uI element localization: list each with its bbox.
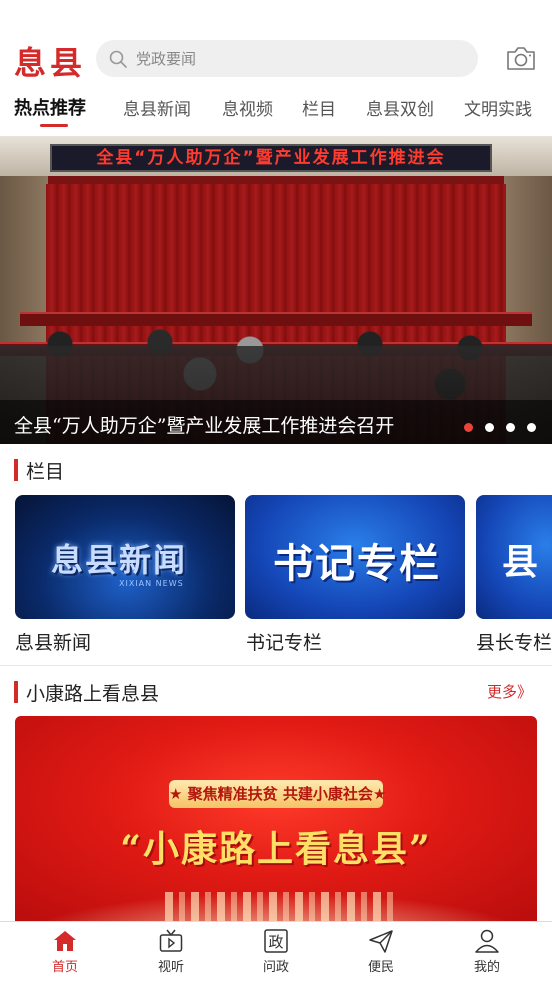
tab-columns[interactable]: 栏目 <box>302 95 336 120</box>
tv-icon <box>159 929 183 952</box>
nav-home[interactable]: 首页 <box>35 928 95 975</box>
promo-glow <box>15 892 537 922</box>
active-tab-indicator <box>40 124 68 127</box>
section-accent-bar <box>14 459 18 481</box>
nav-label: 视听 <box>157 960 184 975</box>
xiaokang-section-title: 小康路上看息县 <box>26 682 160 705</box>
tab-xixian-news[interactable]: 息县新闻 <box>123 95 191 120</box>
column-card-xixian-news[interactable]: 息县新闻 XIXIAN NEWS <box>15 495 235 619</box>
columns-section-header: 栏目 <box>14 458 65 483</box>
column-card-secretary[interactable]: 书记专栏 <box>245 495 465 619</box>
card-art-text: 书记专栏 <box>273 540 441 587</box>
zheng-icon: 政 <box>264 929 288 953</box>
xiaokang-promo-banner[interactable]: ★ 聚焦精准扶贫 共建小康社会★ “小康路上看息县” <box>15 716 537 922</box>
xiaokang-section-header: 小康路上看息县 <box>14 680 160 705</box>
tab-civilization[interactable]: 文明实践 <box>464 95 532 120</box>
carousel-dot[interactable] <box>464 423 473 432</box>
columns-section-title: 栏目 <box>26 460 65 483</box>
zheng-glyph: 政 <box>268 933 283 951</box>
banner-caption[interactable]: 全县“万人助万企”暨产业发展工作推进会召开 <box>14 411 394 438</box>
nav-mine[interactable]: 我的 <box>457 928 517 975</box>
bottom-nav: 首页 视听 政 问政 便民 我的 <box>0 921 552 981</box>
card-art-text: 县 <box>502 541 539 583</box>
send-icon <box>369 930 393 953</box>
tab-hot[interactable]: 热点推荐 <box>14 94 86 120</box>
carousel-dot[interactable] <box>506 423 515 432</box>
search-icon <box>109 50 127 68</box>
tab-shuangchuang[interactable]: 息县双创 <box>366 95 434 120</box>
user-icon <box>475 929 499 953</box>
camera-icon[interactable] <box>505 44 537 72</box>
tab-video[interactable]: 息视频 <box>222 95 273 120</box>
carousel-dots <box>464 423 536 432</box>
carousel-dot[interactable] <box>527 423 536 432</box>
nav-wenzheng[interactable]: 政 问政 <box>246 928 306 975</box>
card-art-text: 息县新闻 <box>51 541 188 579</box>
nav-label: 首页 <box>51 960 78 975</box>
nav-bianmin[interactable]: 便民 <box>351 928 411 975</box>
banner-stage-sign: 全县“万人助万企”暨产业发展工作推进会 <box>50 144 492 172</box>
column-card-label[interactable]: 县长专栏 <box>476 628 552 655</box>
section-accent-bar <box>14 681 18 703</box>
nav-label: 便民 <box>367 960 394 975</box>
search-bar[interactable]: 党政要闻 <box>96 40 478 77</box>
banner-carousel[interactable]: 全县“万人助万企”暨产业发展工作推进会 全县“万人助万企”暨产业发展工作推进会召… <box>0 136 552 444</box>
nav-label: 问政 <box>262 960 289 975</box>
more-link[interactable]: 更多》 <box>487 681 532 702</box>
home-icon <box>54 931 76 951</box>
column-card-label[interactable]: 书记专栏 <box>246 628 322 655</box>
promo-headline: “小康路上看息县” <box>120 828 432 870</box>
column-card-county-head[interactable]: 县 <box>476 495 552 619</box>
promo-pill: ★ 聚焦精准扶贫 共建小康社会★ <box>169 780 386 808</box>
column-card-label[interactable]: 息县新闻 <box>15 628 91 655</box>
nav-media[interactable]: 视听 <box>141 928 201 975</box>
section-divider <box>0 665 552 666</box>
app-logo[interactable]: 息县 <box>14 38 86 84</box>
search-placeholder: 党政要闻 <box>136 50 197 68</box>
nav-label: 我的 <box>473 960 500 975</box>
card-art-subtext: XIXIAN NEWS <box>119 579 184 588</box>
carousel-dot[interactable] <box>485 423 494 432</box>
